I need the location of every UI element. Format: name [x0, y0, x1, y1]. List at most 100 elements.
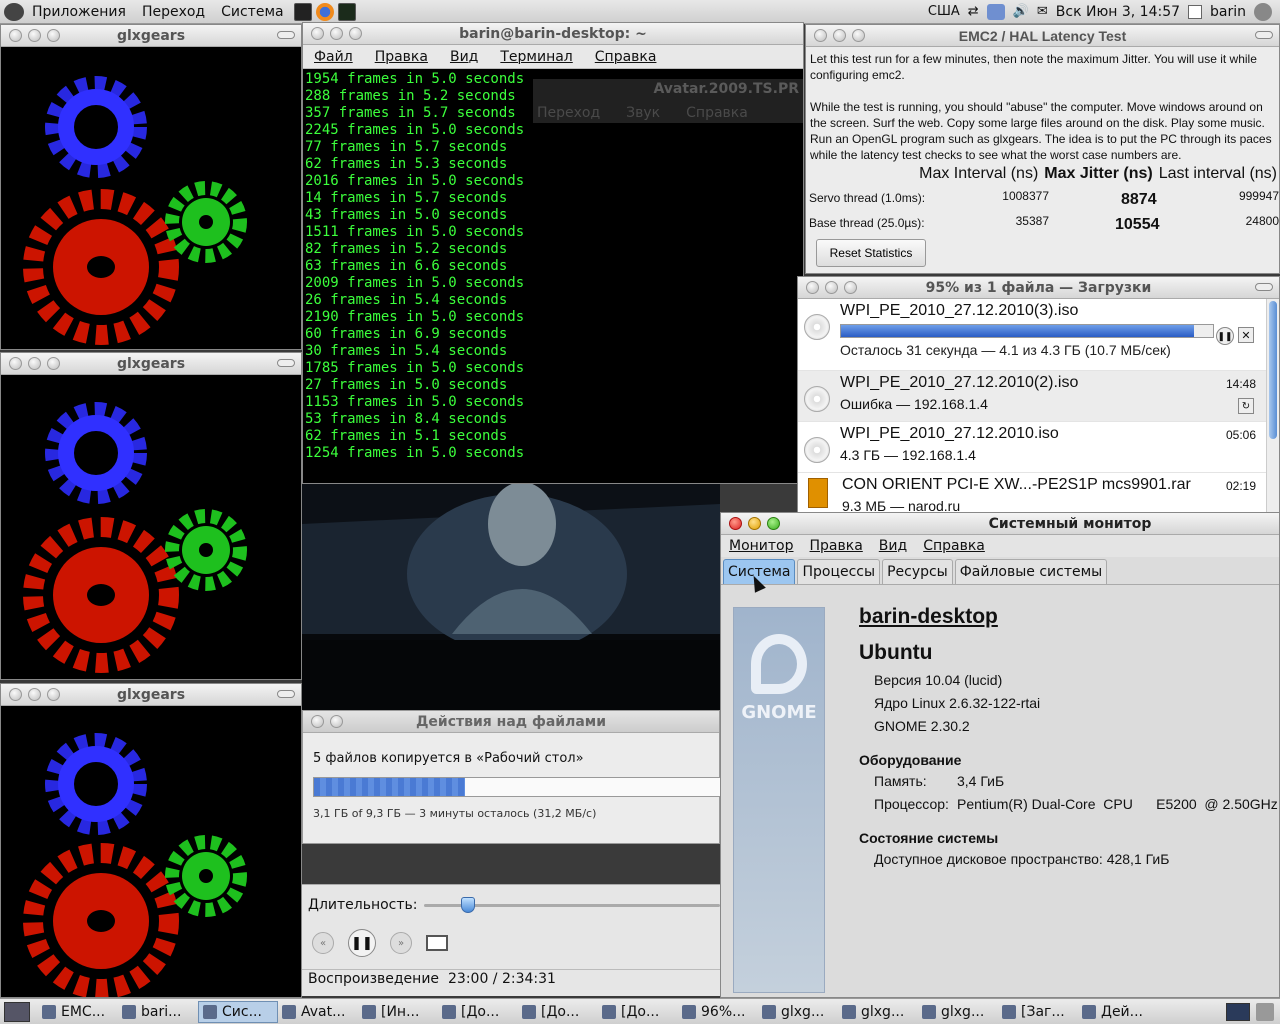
forward-button[interactable]: » [390, 932, 412, 954]
clock[interactable]: Вск Июн 3, 14:57 [1056, 4, 1180, 20]
close-button[interactable] [9, 357, 22, 370]
taskbar-task[interactable]: Дей... [1078, 1001, 1158, 1023]
rewind-button[interactable]: « [312, 932, 334, 954]
tab-filesystems[interactable]: Файловые системы [954, 559, 1108, 584]
user-name[interactable]: barin [1210, 4, 1246, 20]
minimize-button[interactable] [833, 29, 846, 42]
glxgears-window-3[interactable]: glxgears [0, 683, 302, 998]
minimize-button[interactable] [28, 29, 41, 42]
taskbar-task[interactable]: 96%... [678, 1001, 758, 1023]
emc-titlebar[interactable]: EMC2 / HAL Latency Test [806, 25, 1279, 47]
video-frame[interactable] [302, 484, 720, 710]
glxgears-titlebar[interactable]: glxgears [1, 25, 301, 47]
taskbar-task[interactable]: [До... [518, 1001, 598, 1023]
menu-file[interactable]: Файл [303, 49, 364, 65]
tab-processes[interactable]: Процессы [797, 559, 881, 584]
glxgears-window-1[interactable]: glxgears [0, 24, 302, 350]
menu-help[interactable]: Справка [915, 538, 993, 554]
terminal-window[interactable]: barin@barin-desktop: ~ Файл Правка Вид Т… [302, 22, 804, 484]
minimize-button[interactable] [28, 357, 41, 370]
toolbar-toggle-button[interactable] [1255, 283, 1273, 291]
close-button[interactable] [729, 517, 742, 530]
taskbar-task[interactable]: glxg... [758, 1001, 838, 1023]
maximize-button[interactable] [767, 517, 780, 530]
close-button[interactable] [9, 29, 22, 42]
keyboard-layout-indicator[interactable]: США [928, 4, 960, 19]
maximize-button[interactable] [47, 357, 60, 370]
menu-terminal[interactable]: Терминал [489, 49, 583, 65]
trash-icon[interactable] [1256, 1002, 1274, 1021]
close-button[interactable] [9, 688, 22, 701]
close-button[interactable] [806, 281, 819, 294]
close-button[interactable] [311, 715, 324, 728]
close-button[interactable] [814, 29, 827, 42]
emc2-latency-window[interactable]: EMC2 / HAL Latency Test Let this test ru… [805, 24, 1280, 274]
menu-system[interactable]: Система [213, 4, 291, 20]
menu-monitor[interactable]: Монитор [721, 538, 802, 554]
menu-applications[interactable]: Приложения [24, 4, 134, 20]
sysmon-titlebar[interactable]: Системный монитор [721, 513, 1279, 535]
terminal-titlebar[interactable]: barin@barin-desktop: ~ [303, 23, 803, 45]
minimize-button[interactable] [825, 281, 838, 294]
minimize-button[interactable] [28, 688, 41, 701]
toolbar-toggle-button[interactable] [277, 31, 295, 39]
reset-statistics-button[interactable]: Reset Statistics [816, 239, 926, 267]
close-button[interactable] [311, 27, 324, 40]
show-desktop-icon[interactable] [4, 1001, 30, 1022]
tab-resources[interactable]: Ресурсы [882, 559, 953, 584]
fullscreen-button[interactable] [426, 935, 448, 951]
toolbar-toggle-button[interactable] [277, 690, 295, 698]
taskbar-task[interactable]: EMC... [38, 1001, 118, 1023]
download-item[interactable]: WPI_PE_2010_27.12.2010(3).iso Осталось 3… [798, 299, 1266, 371]
pause-download-button[interactable]: ❚❚ [1216, 327, 1234, 345]
menu-view[interactable]: Вид [871, 538, 915, 554]
download-item[interactable]: WPI_PE_2010_27.12.2010.iso 4.3 ГБ — 192.… [798, 422, 1266, 473]
glxgears-titlebar[interactable]: glxgears [1, 353, 301, 375]
taskbar-task[interactable]: [Ин... [358, 1001, 438, 1023]
seek-slider[interactable] [424, 897, 720, 913]
volume-icon[interactable]: 🔊 [1013, 4, 1029, 19]
workspace-switcher-icon[interactable] [1226, 1002, 1250, 1021]
maximize-button[interactable] [844, 281, 857, 294]
menu-edit[interactable]: Правка [364, 49, 439, 65]
mail-icon[interactable]: ✉ [1037, 4, 1048, 19]
minimize-button[interactable] [748, 517, 761, 530]
taskbar-task[interactable]: glxg... [838, 1001, 918, 1023]
power-icon[interactable] [1254, 2, 1272, 21]
maximize-button[interactable] [852, 29, 865, 42]
system-monitor-launcher-icon[interactable] [337, 2, 356, 21]
pause-button[interactable]: ❚❚ [348, 929, 376, 957]
download-item[interactable]: WPI_PE_2010_27.12.2010(2).iso Ошибка — 1… [798, 371, 1266, 422]
terminal-launcher-icon[interactable] [293, 2, 312, 21]
menu-view[interactable]: Вид [439, 49, 489, 65]
seek-slider-thumb[interactable] [461, 897, 476, 913]
network-arrows-icon[interactable]: ⇄ [968, 4, 979, 19]
terminal-output[interactable]: Avatar.2009.TS.PR Переход Звук Справка 195… [303, 69, 803, 483]
scrollbar-thumb[interactable] [1269, 301, 1277, 439]
file-operations-window[interactable]: Действия над файлами 5 файлов копируется… [302, 710, 723, 844]
minimize-button[interactable] [330, 27, 343, 40]
minimize-button[interactable] [330, 715, 343, 728]
toolbar-toggle-button[interactable] [1255, 31, 1273, 39]
taskbar-task[interactable]: bari... [118, 1001, 198, 1023]
downloads-scrollbar[interactable] [1266, 299, 1279, 515]
download-item[interactable]: CON ORIENT PCI-E XW...-PE2S1P mcs9901.ra… [798, 473, 1266, 515]
cancel-download-button[interactable]: ✕ [1238, 327, 1254, 343]
retry-download-button[interactable]: ↻ [1238, 398, 1254, 414]
toolbar-toggle-button[interactable] [277, 359, 295, 367]
menu-help[interactable]: Справка [584, 49, 668, 65]
glxgears-window-2[interactable]: glxgears [0, 352, 302, 680]
downloads-titlebar[interactable]: 95% из 1 файла — Загрузки [798, 277, 1279, 299]
maximize-button[interactable] [349, 27, 362, 40]
taskbar-task[interactable]: [До... [598, 1001, 678, 1023]
taskbar-task[interactable]: [Заг... [998, 1001, 1078, 1023]
downloads-window[interactable]: 95% из 1 файла — Загрузки WPI_PE_2010_27… [797, 276, 1280, 516]
menu-places[interactable]: Переход [134, 4, 213, 20]
maximize-button[interactable] [47, 29, 60, 42]
menu-edit[interactable]: Правка [802, 538, 871, 554]
taskbar-task[interactable]: Avat... [278, 1001, 358, 1023]
system-monitor-window[interactable]: Системный монитор Монитор Правка Вид Спр… [720, 512, 1280, 998]
gnome-foot-icon[interactable] [4, 2, 24, 21]
finder-icon[interactable] [986, 3, 1005, 20]
taskbar-task[interactable]: [До... [438, 1001, 518, 1023]
